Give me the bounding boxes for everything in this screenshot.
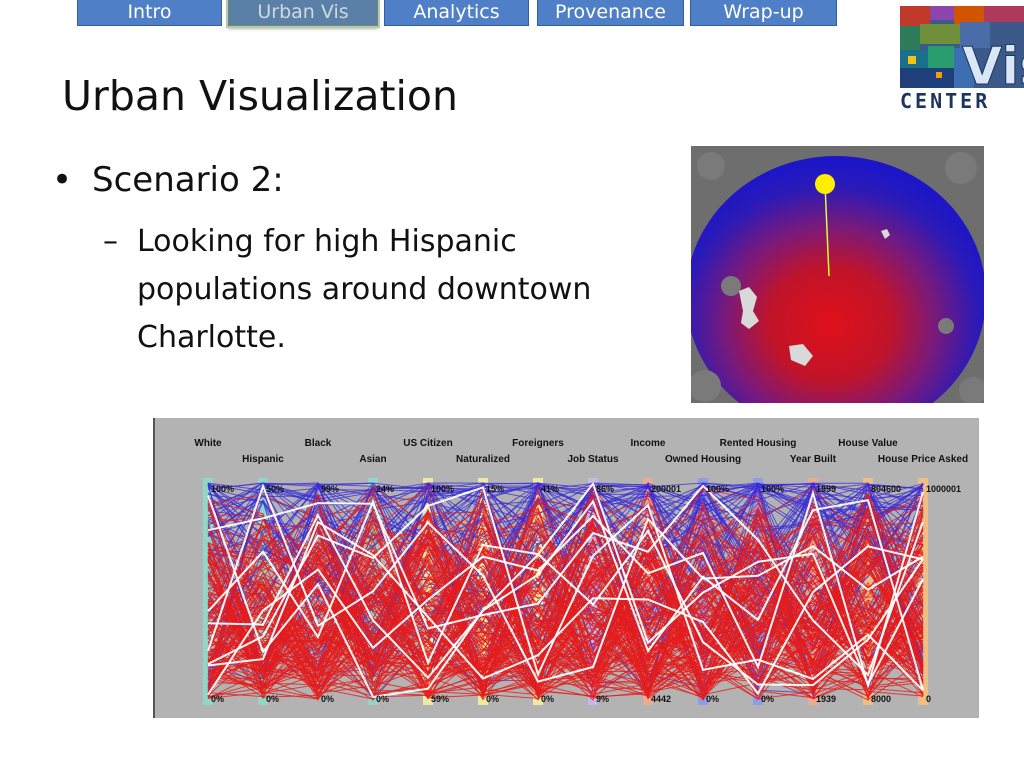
axis-top-label: 100% xyxy=(431,484,454,494)
axis-top-label: 100% xyxy=(761,484,784,494)
dash-icon: – xyxy=(103,224,118,259)
tab-wrap-up[interactable]: Wrap-up xyxy=(690,0,837,26)
axis-top-label: 99% xyxy=(321,484,339,494)
axis-name-label: House Value xyxy=(838,438,898,449)
axis-top-label: 15% xyxy=(486,484,504,494)
axis-bottom-label: 0% xyxy=(541,694,554,704)
tab-provenance[interactable]: Provenance xyxy=(537,0,684,26)
axis-name-label: Income xyxy=(630,438,665,449)
axis-bottom-label: 59% xyxy=(431,694,449,704)
axis-bottom-label: 9% xyxy=(596,694,609,704)
axis-name-label: Job Status xyxy=(567,454,619,465)
axis-bottom-label: 0% xyxy=(706,694,719,704)
bullet-scenario: • Scenario 2: xyxy=(52,156,284,204)
axis-name-label: Rented Housing xyxy=(720,438,797,449)
parallel-coordinates-plot: White 100% 0% Hispanic 50% 0% Black 99% 0% Asian 2… xyxy=(153,418,979,718)
axis-bottom-label: 0% xyxy=(321,694,334,704)
axis-name-label: Black xyxy=(305,438,332,449)
vis-logo-letters: Vis xyxy=(962,37,1024,88)
sub-bullet-description: – Looking for high Hispanic populations … xyxy=(103,218,663,362)
logo-center-text: CENTER xyxy=(900,89,991,113)
axis-name-label: Owned Housing xyxy=(665,454,741,465)
axis-bottom-label: 8000 xyxy=(871,694,891,704)
axis-name-label: US Citizen xyxy=(403,438,452,449)
axis-name-label: Foreigners xyxy=(512,438,564,449)
axis-bottom-label: 4442 xyxy=(651,694,671,704)
sub-bullet-text: Looking for high Hispanic populations ar… xyxy=(137,224,592,355)
axis-name-label: House Price Asked xyxy=(878,454,968,465)
axis-top-label: 1000001 xyxy=(926,484,961,494)
axis-top-label: 86% xyxy=(596,484,614,494)
tab-urban-vis[interactable]: Urban Vis xyxy=(228,0,378,26)
axis-bottom-label: 0% xyxy=(376,694,389,704)
bullet-text: Scenario 2: xyxy=(92,160,284,200)
axis-name-label: Year Built xyxy=(790,454,837,465)
axis-top-label: 41% xyxy=(541,484,559,494)
axis-bottom-label: 0% xyxy=(266,694,279,704)
vis-center-logo: Vis CENTER xyxy=(900,6,1024,113)
axis-name-label: Asian xyxy=(359,454,386,465)
axis-top-label: 100% xyxy=(706,484,729,494)
axis-bottom-label: 0% xyxy=(486,694,499,704)
axis-top-label: 1999 xyxy=(816,484,836,494)
charlotte-density-map xyxy=(691,146,984,403)
tab-intro[interactable]: Intro xyxy=(77,0,222,26)
axis-top-label: 200001 xyxy=(651,484,681,494)
tab-analytics[interactable]: Analytics xyxy=(384,0,529,26)
axis-top-label: 50% xyxy=(266,484,284,494)
axis-bottom-label: 1939 xyxy=(816,694,836,704)
slide-title: Urban Visualization xyxy=(62,72,459,120)
section-nav: Intro Urban Vis Analytics Provenance Wra… xyxy=(0,0,860,28)
axis-name-label: White xyxy=(194,438,222,449)
axis-bottom-label: 0% xyxy=(211,694,224,704)
axis-bottom-label: 0% xyxy=(761,694,774,704)
axis-name-label: Naturalized xyxy=(456,454,510,465)
axis-top-label: 24% xyxy=(376,484,394,494)
axis-name-label: Hispanic xyxy=(242,454,284,465)
axis-top-label: 100% xyxy=(211,484,234,494)
axis-top-label: 804600 xyxy=(871,484,901,494)
vis-logo-mosaic: Vis xyxy=(900,6,1024,98)
bullet-dot-icon: • xyxy=(52,160,73,200)
axis-bottom-label: 0 xyxy=(926,694,931,704)
